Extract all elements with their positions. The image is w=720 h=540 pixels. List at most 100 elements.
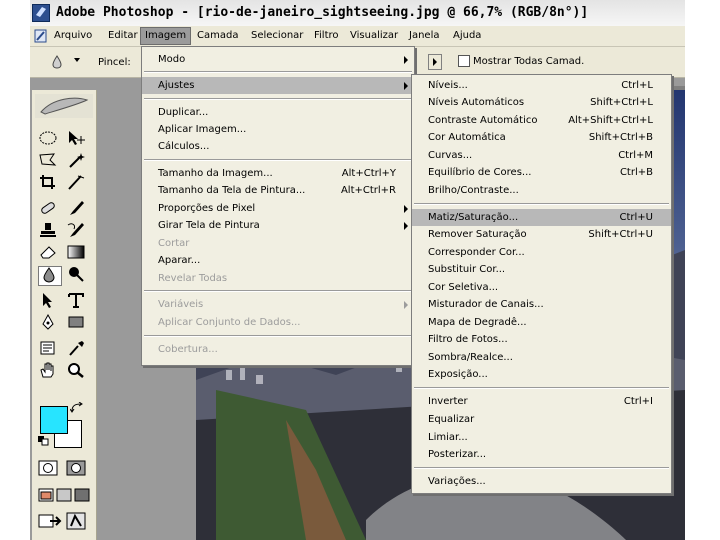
hand-tool[interactable]	[38, 362, 60, 380]
adjustments-menu-item[interactable]: Exposição...	[412, 366, 671, 383]
eyedropper-tool[interactable]	[66, 340, 88, 358]
pen-tool[interactable]	[38, 313, 60, 332]
image-menu-item: Variáveis	[142, 296, 414, 313]
image-menu: Modo Ajustes Duplicar... Aplicar Imagem... C…	[141, 46, 415, 366]
adjustments-menu-item[interactable]: Cor Automática Shift+Ctrl+B	[412, 129, 671, 146]
eraser-tool[interactable]	[38, 244, 60, 262]
adjustments-menu-item[interactable]: Brilho/Contraste...	[412, 182, 671, 199]
foreground-color-swatch-top[interactable]	[40, 406, 68, 434]
adjustments-menu-item[interactable]: Matiz/Saturação... Ctrl+U	[412, 209, 671, 226]
menu-imagem[interactable]: Imagem	[140, 27, 192, 45]
adjustments-menu-item[interactable]: Sombra/Realce...	[412, 349, 671, 366]
dodge-icon	[69, 267, 84, 282]
image-menu-item[interactable]: Aparar...	[142, 252, 414, 269]
submenu-arrow-icon	[404, 56, 408, 64]
text-tool[interactable]	[66, 292, 88, 310]
image-menu-item[interactable]: Girar Tela de Pintura	[142, 217, 414, 234]
blur-tool[interactable]	[38, 266, 62, 286]
adjustments-menu-item[interactable]: Contraste Automático Alt+Shift+Ctrl+L	[412, 112, 671, 129]
menu-item-label: Girar Tela de Pintura	[158, 220, 260, 231]
right-margin	[685, 0, 720, 540]
menu-separator	[144, 159, 412, 161]
adjustments-menu-item[interactable]: Níveis... Ctrl+L	[412, 77, 671, 94]
image-menu-item[interactable]: Ajustes	[142, 77, 414, 94]
imageready-logo-icon[interactable]	[66, 512, 86, 530]
document-icon[interactable]	[33, 28, 49, 44]
magic-wand-icon	[69, 153, 85, 168]
adjustments-menu-item[interactable]: Curvas... Ctrl+M	[412, 147, 671, 164]
adjustments-menu-item[interactable]: Inverter Ctrl+I	[412, 393, 671, 410]
zoom-tool[interactable]	[66, 362, 88, 380]
standard-mode-button[interactable]	[38, 460, 60, 478]
gradient-tool[interactable]	[66, 244, 88, 262]
adjustments-menu-item[interactable]: Equilíbrio de Cores... Ctrl+B	[412, 164, 671, 181]
standard-screen-icon[interactable]	[38, 488, 54, 502]
window-title: Adobe Photoshop - [rio-de-janeiro_sights…	[56, 5, 589, 20]
menu-item-label: Tamanho da Imagem...	[158, 168, 273, 179]
menu-visualizar[interactable]: Visualizar	[346, 28, 402, 44]
blur-tool-preset-icon[interactable]	[52, 55, 62, 69]
image-menu-item[interactable]: Aplicar Imagem...	[142, 121, 414, 138]
full-screen-menu-icon[interactable]	[56, 488, 72, 502]
history-brush-tool[interactable]	[66, 222, 88, 240]
magic-wand-tool[interactable]	[66, 152, 88, 170]
options-arrow-button[interactable]	[428, 54, 442, 70]
adjustments-menu-item[interactable]: Misturador de Canais...	[412, 296, 671, 313]
menu-arquivo[interactable]: Arquivo	[50, 28, 96, 44]
swap-colors-icon[interactable]	[70, 402, 84, 414]
adjustments-menu-item[interactable]: Cor Seletiva...	[412, 279, 671, 296]
marquee-tool[interactable]	[38, 130, 60, 148]
menu-item-label: Proporções de Pixel	[158, 203, 256, 214]
adjustments-menu-item[interactable]: Limiar...	[412, 429, 671, 446]
notes-tool[interactable]	[38, 340, 60, 358]
show-all-layers-checkbox[interactable]	[458, 55, 470, 67]
healing-brush-tool[interactable]	[38, 200, 60, 218]
move-tool[interactable]	[66, 130, 88, 148]
menu-separator	[144, 98, 412, 100]
menu-item-label: Cobertura...	[158, 344, 218, 355]
adjustments-menu-item[interactable]: Remover Saturação Shift+Ctrl+U	[412, 226, 671, 243]
menu-filtro[interactable]: Filtro	[310, 28, 343, 44]
preset-dropdown-arrow-icon[interactable]	[74, 58, 80, 62]
menu-item-shortcut: Shift+Ctrl+B	[588, 132, 653, 143]
brush-label: Pincel:	[98, 57, 131, 68]
adjustments-menu-item[interactable]: Equalizar	[412, 411, 671, 428]
menu-janela[interactable]: Janela	[405, 28, 443, 44]
brush-tool[interactable]	[66, 200, 88, 218]
menu-camada[interactable]: Camada	[193, 28, 242, 44]
menu-ajuda[interactable]: Ajuda	[449, 28, 485, 44]
arrow-selection-icon	[43, 293, 52, 308]
image-menu-item[interactable]: Tamanho da Imagem... Alt+Ctrl+Y	[142, 165, 414, 182]
slice-tool[interactable]	[66, 174, 88, 192]
full-screen-icon[interactable]	[74, 488, 90, 502]
lasso-tool[interactable]	[38, 152, 60, 170]
menu-item-label: Curvas...	[428, 150, 473, 161]
menu-item-label: Cortar	[158, 238, 190, 249]
menu-item-shortcut: Alt+Shift+Ctrl+L	[568, 115, 653, 126]
dodge-tool[interactable]	[66, 266, 88, 284]
image-menu-item[interactable]: Tamanho da Tela de Pintura... Alt+Ctrl+R	[142, 182, 414, 199]
menu-editar[interactable]: Editar	[104, 28, 142, 44]
shape-tool[interactable]	[66, 314, 88, 332]
jump-to-imageready-icon[interactable]	[38, 512, 62, 530]
adjustments-menu-item[interactable]: Substituir Cor...	[412, 261, 671, 278]
menu-item-label: Sombra/Realce...	[428, 352, 513, 363]
menu-selecionar[interactable]: Selecionar	[247, 28, 307, 44]
image-menu-item[interactable]: Modo	[142, 51, 414, 68]
adjustments-menu-item[interactable]: Filtro de Fotos...	[412, 331, 671, 348]
adjustments-menu-item[interactable]: Corresponder Cor...	[412, 244, 671, 261]
eyedropper-icon	[69, 341, 84, 356]
adjustments-menu-item[interactable]: Posterizar...	[412, 446, 671, 463]
show-all-layers-option[interactable]: Mostrar Todas Camad.	[458, 55, 584, 67]
path-selection-tool[interactable]	[38, 292, 60, 310]
adjustments-menu-item[interactable]: Variações...	[412, 473, 671, 490]
clone-stamp-tool[interactable]	[38, 222, 60, 240]
image-menu-item[interactable]: Cálculos...	[142, 138, 414, 155]
image-menu-item[interactable]: Duplicar...	[142, 104, 414, 121]
adjustments-menu-item[interactable]: Mapa de Degradê...	[412, 314, 671, 331]
quick-mask-mode-button[interactable]	[66, 460, 88, 478]
crop-tool[interactable]	[38, 174, 60, 192]
default-colors-icon[interactable]	[38, 436, 50, 446]
image-menu-item[interactable]: Proporções de Pixel	[142, 200, 414, 217]
adjustments-menu-item[interactable]: Níveis Automáticos Shift+Ctrl+L	[412, 94, 671, 111]
